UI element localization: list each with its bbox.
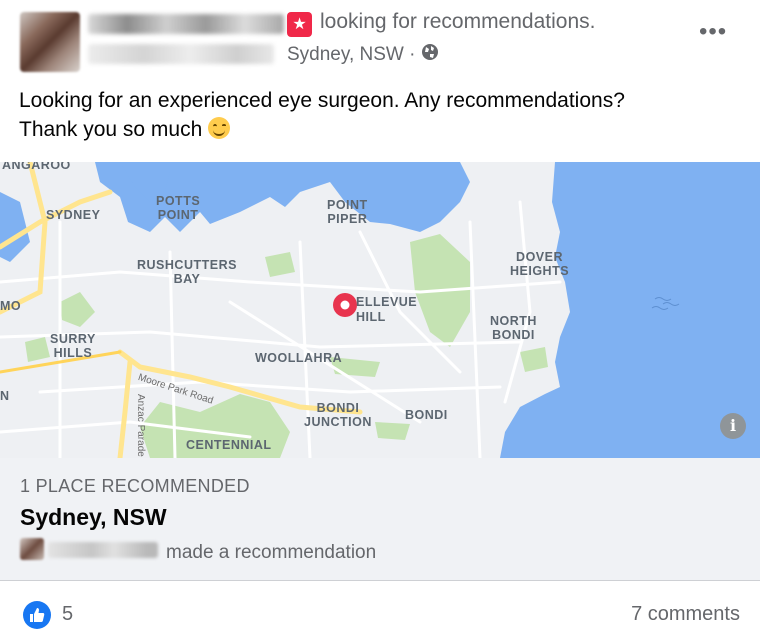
location-text[interactable]: Sydney, NSW · (287, 44, 415, 66)
map-label-north-bondi: NORTH BONDI (490, 314, 537, 342)
recommendation-text: made a recommendation (166, 542, 377, 563)
map-label-potts-point: POTTS POINT (156, 194, 201, 222)
map-label-woollahra: WOOLLAHRA (255, 351, 343, 365)
recommender-avatar[interactable] (20, 538, 44, 560)
map-label-bellevue-hill: ELLEVUE HILL (356, 295, 418, 324)
map-label-kangaroo: ANGAROO (2, 162, 71, 172)
more-options-icon[interactable]: ••• (699, 20, 727, 44)
map[interactable]: ANGAROO SYDNEY POTTS POINT POINT PIPER R… (0, 162, 760, 458)
author-avatar[interactable] (20, 12, 80, 72)
post-text-line-2: Thank you so much (19, 115, 739, 144)
info-icon[interactable]: i (720, 413, 746, 439)
post-tag: looking for recommendations. (320, 10, 596, 33)
post-text-line-2-text: Thank you so much (19, 118, 203, 141)
map-label-dover-heights: DOVER HEIGHTS (510, 250, 570, 278)
recommender-name-redacted[interactable] (48, 542, 158, 558)
map-label-rushcutters-bay: RUSHCUTTERS BAY (137, 258, 237, 286)
place-name[interactable]: Sydney, NSW (20, 504, 167, 531)
divider (0, 580, 760, 581)
road-label-anzac-parade: Anzac Parade (135, 394, 146, 457)
map-label-bondi-junction: BONDI JUNCTION (304, 401, 372, 429)
smile-emoji-icon (208, 117, 231, 139)
recommendation-icon: ★ (287, 12, 312, 37)
map-label-centennial: CENTENNIAL (186, 438, 272, 452)
map-label-surry-hills: SURRY HILLS (50, 332, 96, 360)
map-label-bondi: BONDI (405, 408, 448, 422)
like-count[interactable]: 5 (62, 603, 73, 626)
author-name-redacted[interactable] (88, 14, 284, 34)
globe-icon (421, 43, 439, 67)
map-label-sydney: SYDNEY (46, 208, 101, 222)
comments-count[interactable]: 7 comments (631, 603, 740, 626)
post-location: Sydney, NSW · (287, 43, 439, 67)
map-pin-icon[interactable] (333, 293, 357, 317)
map-label-mo: MO (0, 299, 22, 313)
like-icon[interactable] (23, 601, 51, 629)
author-subline-redacted (88, 44, 274, 64)
map-label-point-piper: POINT PIPER (327, 198, 368, 226)
post-text-line-1: Looking for an experienced eye surgeon. … (19, 89, 625, 112)
post-body: Looking for an experienced eye surgeon. … (19, 86, 739, 144)
recommended-place-card[interactable]: 1 PLACE RECOMMENDED Sydney, NSW made a r… (0, 458, 760, 580)
map-label-n: N (0, 389, 10, 403)
place-count-label: 1 PLACE RECOMMENDED (20, 476, 250, 496)
